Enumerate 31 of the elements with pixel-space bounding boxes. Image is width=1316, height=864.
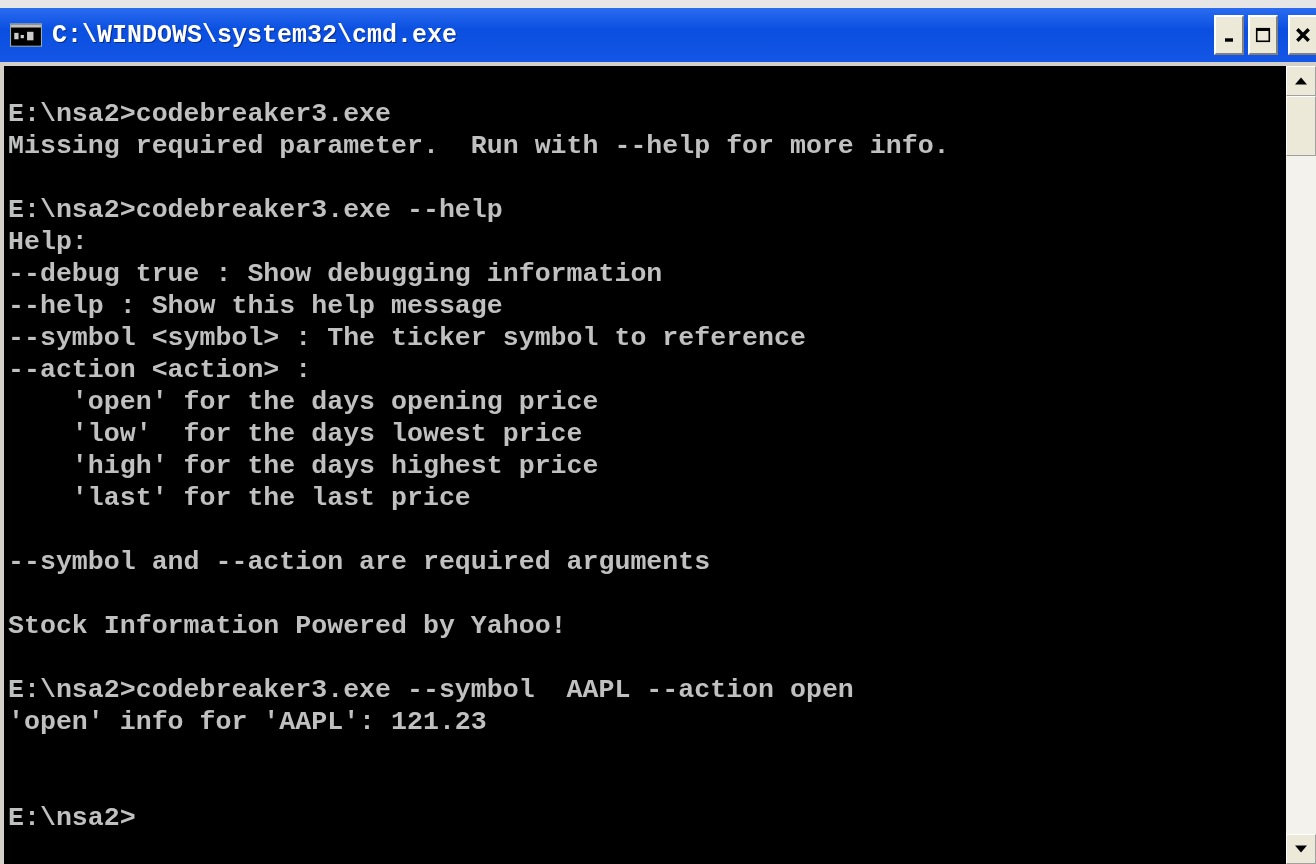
console-line: --symbol <symbol> : The ticker symbol to reference xyxy=(8,322,807,354)
scroll-down-button[interactable] xyxy=(1286,834,1316,864)
scroll-up-button[interactable] xyxy=(1286,66,1316,96)
close-button[interactable] xyxy=(1288,15,1316,55)
console-line: Help: xyxy=(8,226,89,258)
down-arrow-icon xyxy=(1295,845,1307,853)
console-line: 'open' info for 'AAPL': 121.23 xyxy=(8,706,488,738)
up-arrow-icon xyxy=(1295,77,1307,85)
console-line: 'low' for the days lowest price xyxy=(70,418,584,450)
window-title: C:\WINDOWS\system32\cmd.exe xyxy=(52,20,458,50)
maximize-icon xyxy=(1255,27,1271,43)
scroll-thumb[interactable] xyxy=(1286,96,1316,156)
console-icon xyxy=(10,23,42,47)
scrollbar[interactable] xyxy=(1286,66,1316,864)
console-line: 'last' for the last price xyxy=(70,482,472,514)
console-line: --help : Show this help message xyxy=(8,290,504,322)
console-line: E:\nsa2>codebreaker3.exe xyxy=(8,98,392,130)
console-line: --symbol and --action are required arguments xyxy=(8,546,712,578)
console-line: E:\nsa2> xyxy=(8,802,137,834)
console-line: 'high' for the days highest price xyxy=(70,450,600,482)
console-line: E:\nsa2>codebreaker3.exe --help xyxy=(8,194,504,226)
minimize-icon xyxy=(1225,38,1233,42)
console-line: 'open' for the days opening price xyxy=(70,386,600,418)
minimize-button[interactable] xyxy=(1214,15,1244,55)
console-line: --action <action> : xyxy=(8,354,313,386)
close-icon xyxy=(1295,27,1311,43)
maximize-button[interactable] xyxy=(1248,15,1278,55)
console-line: --debug true : Show debugging information xyxy=(8,258,664,290)
console-line: E:\nsa2>codebreaker3.exe --symbol AAPL --action open xyxy=(8,674,855,706)
console-line: Missing required parameter. Run with --help for more info. xyxy=(8,130,951,162)
console-line: Stock Information Powered by Yahoo! xyxy=(8,610,568,642)
